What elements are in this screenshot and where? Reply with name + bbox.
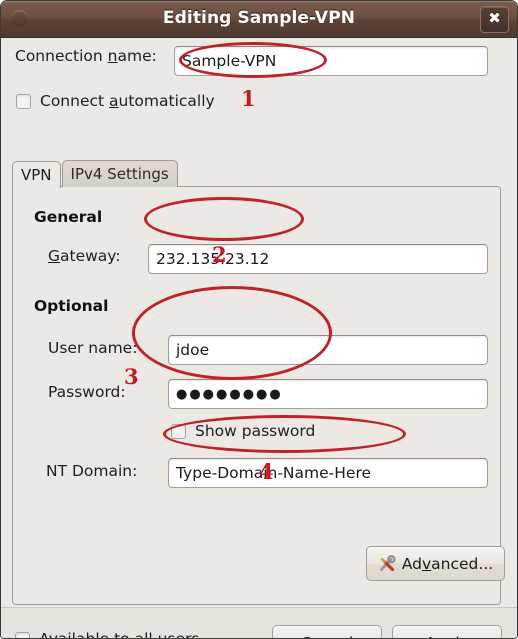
username-value: jdoe (176, 341, 210, 359)
tab-ipv4-settings-label: IPv4 Settings (70, 165, 169, 183)
apply-button-label: Apply (425, 634, 469, 638)
username-row: User name: (48, 339, 137, 357)
show-password-row[interactable]: Show password (171, 422, 315, 440)
apply-button[interactable]: Apply (392, 625, 502, 638)
connect-automatically-checkbox[interactable] (16, 93, 31, 109)
gateway-row: Gateway: (48, 247, 121, 265)
username-input[interactable]: jdoe (168, 335, 488, 365)
show-password-label: Show password (195, 422, 316, 440)
available-to-all-users-checkbox[interactable] (15, 631, 30, 638)
connect-automatically-row[interactable]: Connect automatically (16, 92, 215, 110)
username-label: User name: (48, 339, 138, 357)
password-row: Password: (48, 383, 126, 401)
close-icon: ✖ (488, 9, 501, 27)
tab-ipv4-settings[interactable]: IPv4 Settings (61, 160, 178, 187)
dialog-footer: Available to all users Cancel Apply (1, 607, 517, 639)
show-password-checkbox[interactable] (171, 423, 186, 439)
tab-bar: VPN IPv4 Settings (12, 160, 178, 188)
available-to-all-users-row[interactable]: Available to all users (15, 630, 200, 639)
connection-name-value: Sample-VPN (182, 52, 277, 70)
connection-name-label: Connection name: (15, 47, 157, 65)
available-to-all-users-label: Available to all users (39, 630, 200, 639)
editing-vpn-dialog-window: Editing Sample-VPN ✖ Connection name: Sa… (0, 0, 518, 639)
advanced-button-label: Advanced... (401, 554, 494, 573)
connection-name-row: Connection name: (15, 47, 157, 65)
password-label: Password: (48, 383, 126, 401)
tab-vpn[interactable]: VPN (12, 161, 61, 188)
nt-domain-row: NT Domain: (46, 462, 137, 480)
password-value: ●●●●●●●● (176, 386, 283, 402)
gateway-input[interactable]: 232.135.23.12 (148, 244, 488, 274)
nt-domain-label: NT Domain: (46, 462, 138, 480)
connect-automatically-label: Connect automatically (40, 92, 215, 110)
general-heading: General (34, 208, 103, 226)
tab-vpn-label: VPN (21, 165, 52, 184)
advanced-button[interactable]: Advanced... (366, 546, 505, 581)
gateway-label: Gateway: (48, 247, 121, 265)
gateway-value: 232.135.23.12 (156, 250, 270, 268)
connection-name-input[interactable]: Sample-VPN (174, 46, 488, 76)
nt-domain-value: Type-Domain-Name-Here (176, 464, 372, 482)
window-title: Editing Sample-VPN (162, 8, 356, 28)
tools-icon (378, 554, 396, 573)
optional-heading: Optional (34, 297, 109, 315)
cancel-button[interactable]: Cancel (272, 625, 382, 638)
nt-domain-input[interactable]: Type-Domain-Name-Here (168, 458, 488, 488)
cancel-button-label: Cancel (301, 634, 354, 638)
dialog-body: Connection name: Sample-VPN Connect auto… (1, 38, 517, 639)
password-input[interactable]: ●●●●●●●● (168, 379, 488, 409)
window-titlebar: Editing Sample-VPN ✖ (1, 1, 517, 38)
close-button[interactable]: ✖ (480, 6, 509, 33)
